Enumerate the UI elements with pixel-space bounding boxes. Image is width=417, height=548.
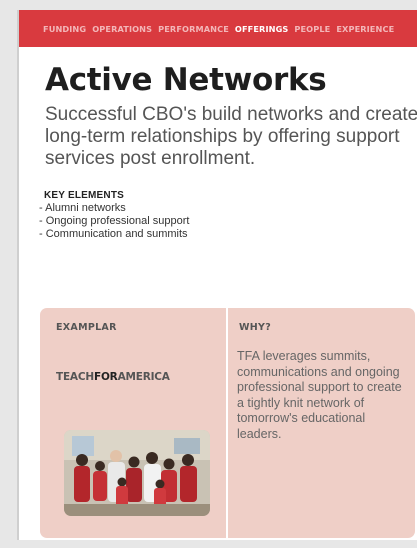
exemplar-panel: EXAMPLAR TEACHFORAMERICA WHY? TFA levera…	[40, 308, 415, 538]
why-description: TFA leverages summits, communications an…	[237, 349, 402, 441]
content-card: FUNDING OPERATIONS PERFORMANCE OFFERINGS…	[17, 10, 417, 540]
key-elements-heading: KEY ELEMENTS	[44, 190, 125, 201]
nav-item-offerings[interactable]: OFFERINGS	[235, 24, 288, 34]
teach-for-america-logo: TEACHFORAMERICA	[56, 371, 170, 383]
list-item: - Alumni networks	[39, 202, 126, 214]
logo-text-america: AMERICA	[117, 371, 170, 383]
key-elements-list: - Alumni networks - Ongoing professional…	[39, 202, 189, 241]
logo-text-teach: TEACH	[56, 371, 94, 383]
nav-item-people[interactable]: PEOPLE	[294, 24, 330, 34]
nav-item-funding[interactable]: FUNDING	[43, 24, 86, 34]
group-photo	[64, 430, 210, 516]
page-title: Active Networks	[45, 62, 327, 98]
nav-item-experience[interactable]: EXPERIENCE	[336, 24, 394, 34]
list-item: - Ongoing professional support	[39, 215, 190, 227]
page-subtitle: Successful CBO's build networks and crea…	[45, 104, 417, 169]
top-nav: FUNDING OPERATIONS PERFORMANCE OFFERINGS…	[19, 10, 417, 47]
nav-item-performance[interactable]: PERFORMANCE	[158, 24, 229, 34]
logo-text-for: FOR	[93, 371, 118, 383]
why-heading: WHY?	[239, 322, 272, 333]
list-item: - Communication and summits	[39, 228, 188, 240]
exemplar-heading: EXAMPLAR	[56, 322, 117, 333]
nav-item-operations[interactable]: OPERATIONS	[92, 24, 152, 34]
panel-divider	[226, 308, 228, 538]
